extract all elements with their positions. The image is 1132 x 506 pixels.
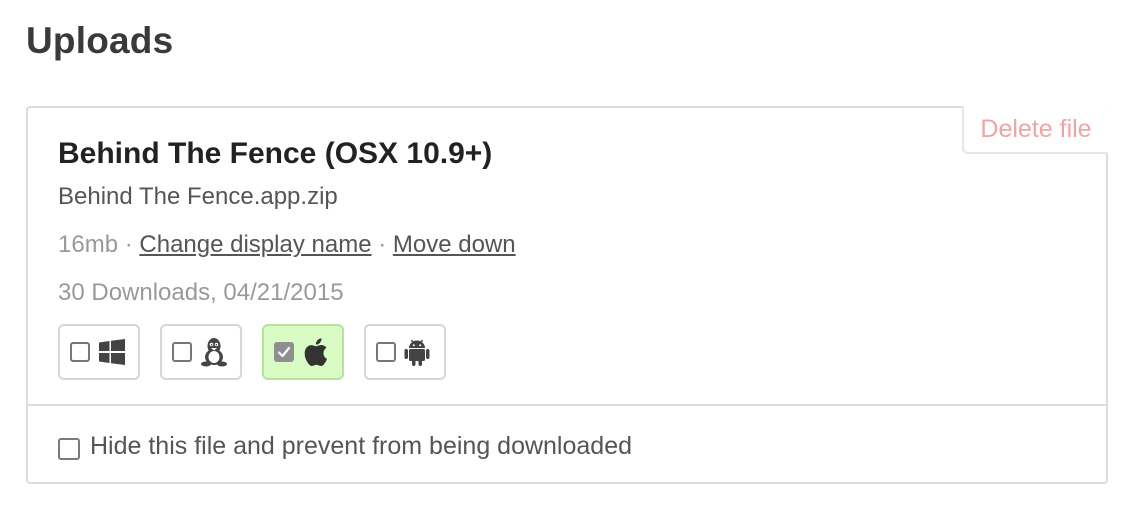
file-filename: Behind The Fence.app.zip	[58, 183, 338, 210]
meta-separator: ·	[124, 231, 133, 258]
file-info: Behind The Fence (OSX 10.9+) Behind The …	[58, 136, 1106, 308]
platform-osx-checkbox[interactable]	[274, 342, 294, 362]
android-icon	[404, 337, 430, 367]
move-down-link[interactable]: Move down	[393, 231, 516, 258]
windows-icon	[98, 338, 126, 366]
page-title: Uploads	[26, 20, 174, 61]
platform-linux-toggle[interactable]	[160, 324, 242, 380]
platform-android-toggle[interactable]	[364, 324, 446, 380]
card-divider	[28, 404, 1106, 406]
apple-icon	[302, 337, 328, 367]
file-size: 16mb	[58, 231, 119, 258]
upload-card: Delete file Behind The Fence (OSX 10.9+)…	[26, 106, 1108, 484]
platform-windows-toggle[interactable]	[58, 324, 140, 380]
file-display-name: Behind The Fence (OSX 10.9+)	[58, 137, 493, 170]
linux-icon	[200, 337, 228, 367]
hide-file-label: Hide this file and prevent from being do…	[90, 432, 633, 460]
file-stats: 30 Downloads, 04/21/2015	[58, 279, 344, 306]
platform-android-checkbox[interactable]	[376, 342, 396, 362]
platform-linux-checkbox[interactable]	[172, 342, 192, 362]
platform-osx-toggle[interactable]	[262, 324, 344, 380]
hide-file-checkbox[interactable]	[58, 437, 80, 460]
meta-separator: ·	[378, 231, 387, 258]
hide-file-option[interactable]: Hide this file and prevent from being do…	[58, 432, 632, 461]
change-display-name-link[interactable]: Change display name	[139, 231, 371, 258]
platform-selector	[58, 324, 446, 380]
file-meta: 16mb · Change display name · Move down	[58, 230, 1106, 260]
platform-windows-checkbox[interactable]	[70, 342, 90, 362]
